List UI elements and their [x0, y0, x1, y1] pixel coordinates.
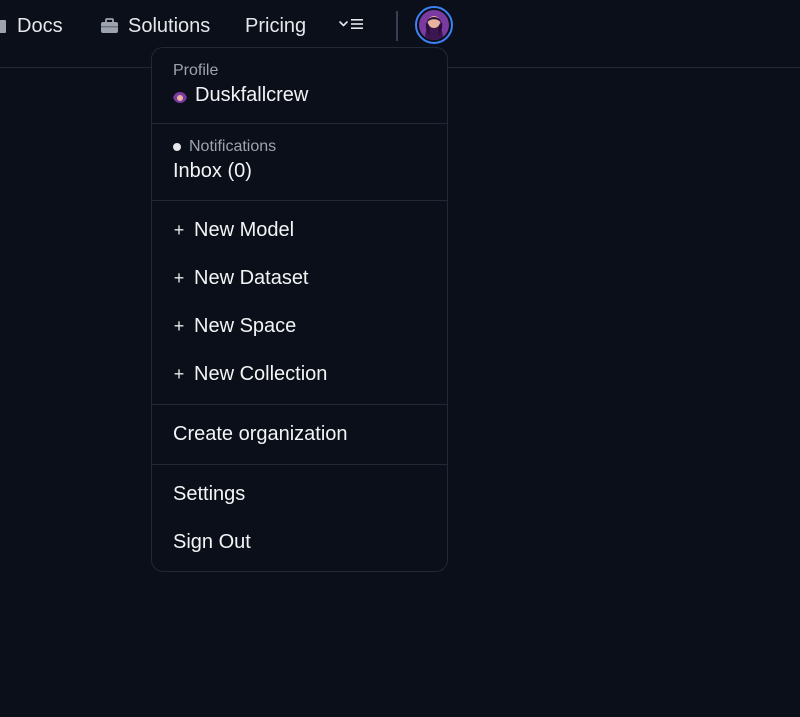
menu-divider: [152, 404, 447, 405]
profile-username: Duskfallcrew: [195, 84, 309, 106]
create-organization-menu-item[interactable]: Create organization: [173, 420, 348, 448]
user-avatar-button[interactable]: [415, 6, 453, 44]
nav-solutions-link[interactable]: Solutions: [100, 12, 210, 40]
mini-avatar-icon: [173, 89, 187, 103]
notifications-section-label: Notifications: [173, 138, 276, 156]
new-space-menu-item[interactable]: + New Space: [173, 312, 297, 340]
new-collection-menu-item[interactable]: + New Collection: [173, 360, 328, 388]
profile-link[interactable]: Duskfallcrew: [173, 84, 308, 107]
plus-icon: +: [173, 315, 185, 336]
plus-icon: +: [173, 363, 185, 384]
notification-dot-icon: [173, 143, 181, 151]
menu-divider: [152, 200, 447, 201]
menu-divider: [152, 464, 447, 465]
nav-more-menu-button[interactable]: [338, 12, 364, 40]
profile-section-label: Profile: [173, 62, 219, 79]
new-dataset-label: New Dataset: [194, 266, 309, 289]
inbox-link[interactable]: Inbox (0): [173, 160, 252, 183]
nav-solutions-label: Solutions: [128, 14, 211, 37]
notifications-label-text: Notifications: [189, 138, 277, 155]
new-collection-label: New Collection: [194, 362, 328, 385]
chevron-down-menu-icon: [338, 15, 364, 38]
nav-divider: [396, 11, 398, 41]
docs-icon: [0, 18, 8, 34]
user-menu-dropdown: Profile Duskfallcrew Notifications Inbox…: [151, 47, 448, 572]
new-model-label: New Model: [194, 218, 295, 241]
settings-menu-item[interactable]: Settings: [173, 480, 245, 508]
nav-pricing-label: Pricing: [245, 14, 307, 37]
plus-icon: +: [173, 219, 185, 240]
sign-out-menu-item[interactable]: Sign Out: [173, 528, 251, 556]
nav-docs-link[interactable]: Docs: [0, 12, 63, 40]
nav-pricing-link[interactable]: Pricing: [245, 12, 306, 40]
briefcase-icon: [100, 18, 119, 34]
nav-docs-label: Docs: [17, 14, 63, 37]
new-dataset-menu-item[interactable]: + New Dataset: [173, 264, 309, 292]
plus-icon: +: [173, 267, 185, 288]
avatar: [419, 10, 449, 40]
menu-divider: [152, 123, 447, 124]
new-model-menu-item[interactable]: + New Model: [173, 216, 294, 244]
new-space-label: New Space: [194, 314, 297, 337]
